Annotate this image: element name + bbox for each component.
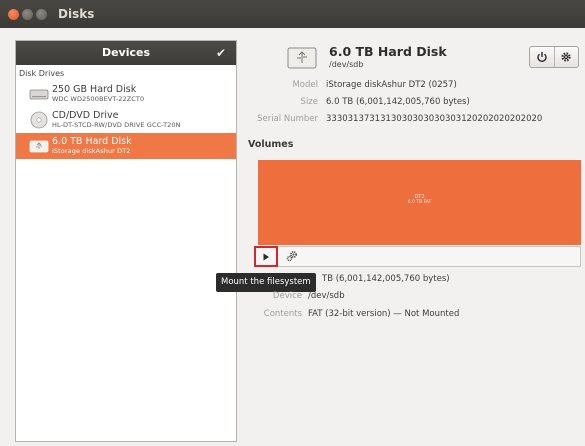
drive-name: 250 GB Hard Disk xyxy=(52,84,137,95)
drive-name: 6.0 TB Hard Disk xyxy=(52,136,132,147)
gear-icon xyxy=(561,52,571,62)
usb-disk-icon xyxy=(287,47,317,69)
minimize-window-button[interactable] xyxy=(22,9,33,20)
sidebar-item-6tb-disk[interactable]: 6.0 TB Hard Disk iStorage diskAshur DT2 xyxy=(16,133,236,159)
contents-value: FAT (32-bit version) — Not Mounted xyxy=(308,309,460,319)
window-title: Disks xyxy=(58,7,95,21)
disk-title: 6.0 TB Hard Disk xyxy=(329,44,447,59)
title-bar: Disks xyxy=(0,0,585,28)
sidebar-item-cd-dvd-drive[interactable]: CD/DVD Drive HL-DT-STCD-RW/DVD DRIVE GCC… xyxy=(16,107,236,133)
volumes-heading: Volumes xyxy=(248,139,294,150)
check-icon[interactable]: ✔ xyxy=(216,41,226,65)
model-label: Model xyxy=(292,80,318,90)
disk-drives-label: Disk Drives xyxy=(19,69,65,78)
drive-model: HL-DT-STCD-RW/DVD DRIVE GCC-T20N xyxy=(52,121,181,129)
disk-settings-button[interactable] xyxy=(553,47,579,67)
power-icon xyxy=(537,52,547,63)
disk-toolbar xyxy=(529,46,579,68)
maximize-window-button[interactable] xyxy=(36,9,47,20)
serial-number-label: Serial Number xyxy=(257,114,318,124)
sidebar-header: Devices ✔ xyxy=(16,41,236,65)
serial-number-value: 3330313731313030303030303120202020202020 xyxy=(326,114,543,124)
device-value: /dev/sdb xyxy=(308,291,345,301)
device-label: Device xyxy=(272,291,302,301)
optical-drive-icon xyxy=(30,111,48,129)
volume-size: 6.0 TB FAT xyxy=(407,200,432,205)
hard-disk-icon xyxy=(29,89,49,100)
mount-button[interactable] xyxy=(254,246,278,267)
volume-toolbar xyxy=(258,246,581,267)
devices-sidebar: Devices ✔ Disk Drives 250 GB Hard Disk W… xyxy=(15,40,237,442)
close-window-button[interactable] xyxy=(8,9,19,20)
volume-size-value: TB (6,001,142,005,760 bytes) xyxy=(322,274,450,284)
contents-label: Contents xyxy=(263,309,302,319)
size-value: 6.0 TB (6,001,142,005,760 bytes) xyxy=(326,97,470,107)
power-off-button[interactable] xyxy=(530,47,554,67)
play-icon xyxy=(263,253,269,260)
sidebar-item-250gb-disk[interactable]: 250 GB Hard Disk WDC WD2500BEVT-22ZCT0 xyxy=(16,81,236,107)
disk-device-path: /dev/sdb xyxy=(329,60,364,69)
more-actions-gears-icon[interactable] xyxy=(286,250,298,262)
volume-partition-block[interactable]: DT2 6.0 TB FAT xyxy=(258,160,581,245)
drive-model: WDC WD2500BEVT-22ZCT0 xyxy=(52,95,145,103)
model-value: iStorage diskAshur DT2 (0257) xyxy=(326,80,457,90)
usb-disk-icon xyxy=(29,140,49,153)
size-label: Size xyxy=(300,97,318,107)
drive-name: CD/DVD Drive xyxy=(52,110,119,121)
mount-tooltip: Mount the filesystem xyxy=(216,273,316,292)
drive-model: iStorage diskAshur DT2 xyxy=(52,147,131,155)
sidebar-header-label: Devices xyxy=(101,46,151,59)
